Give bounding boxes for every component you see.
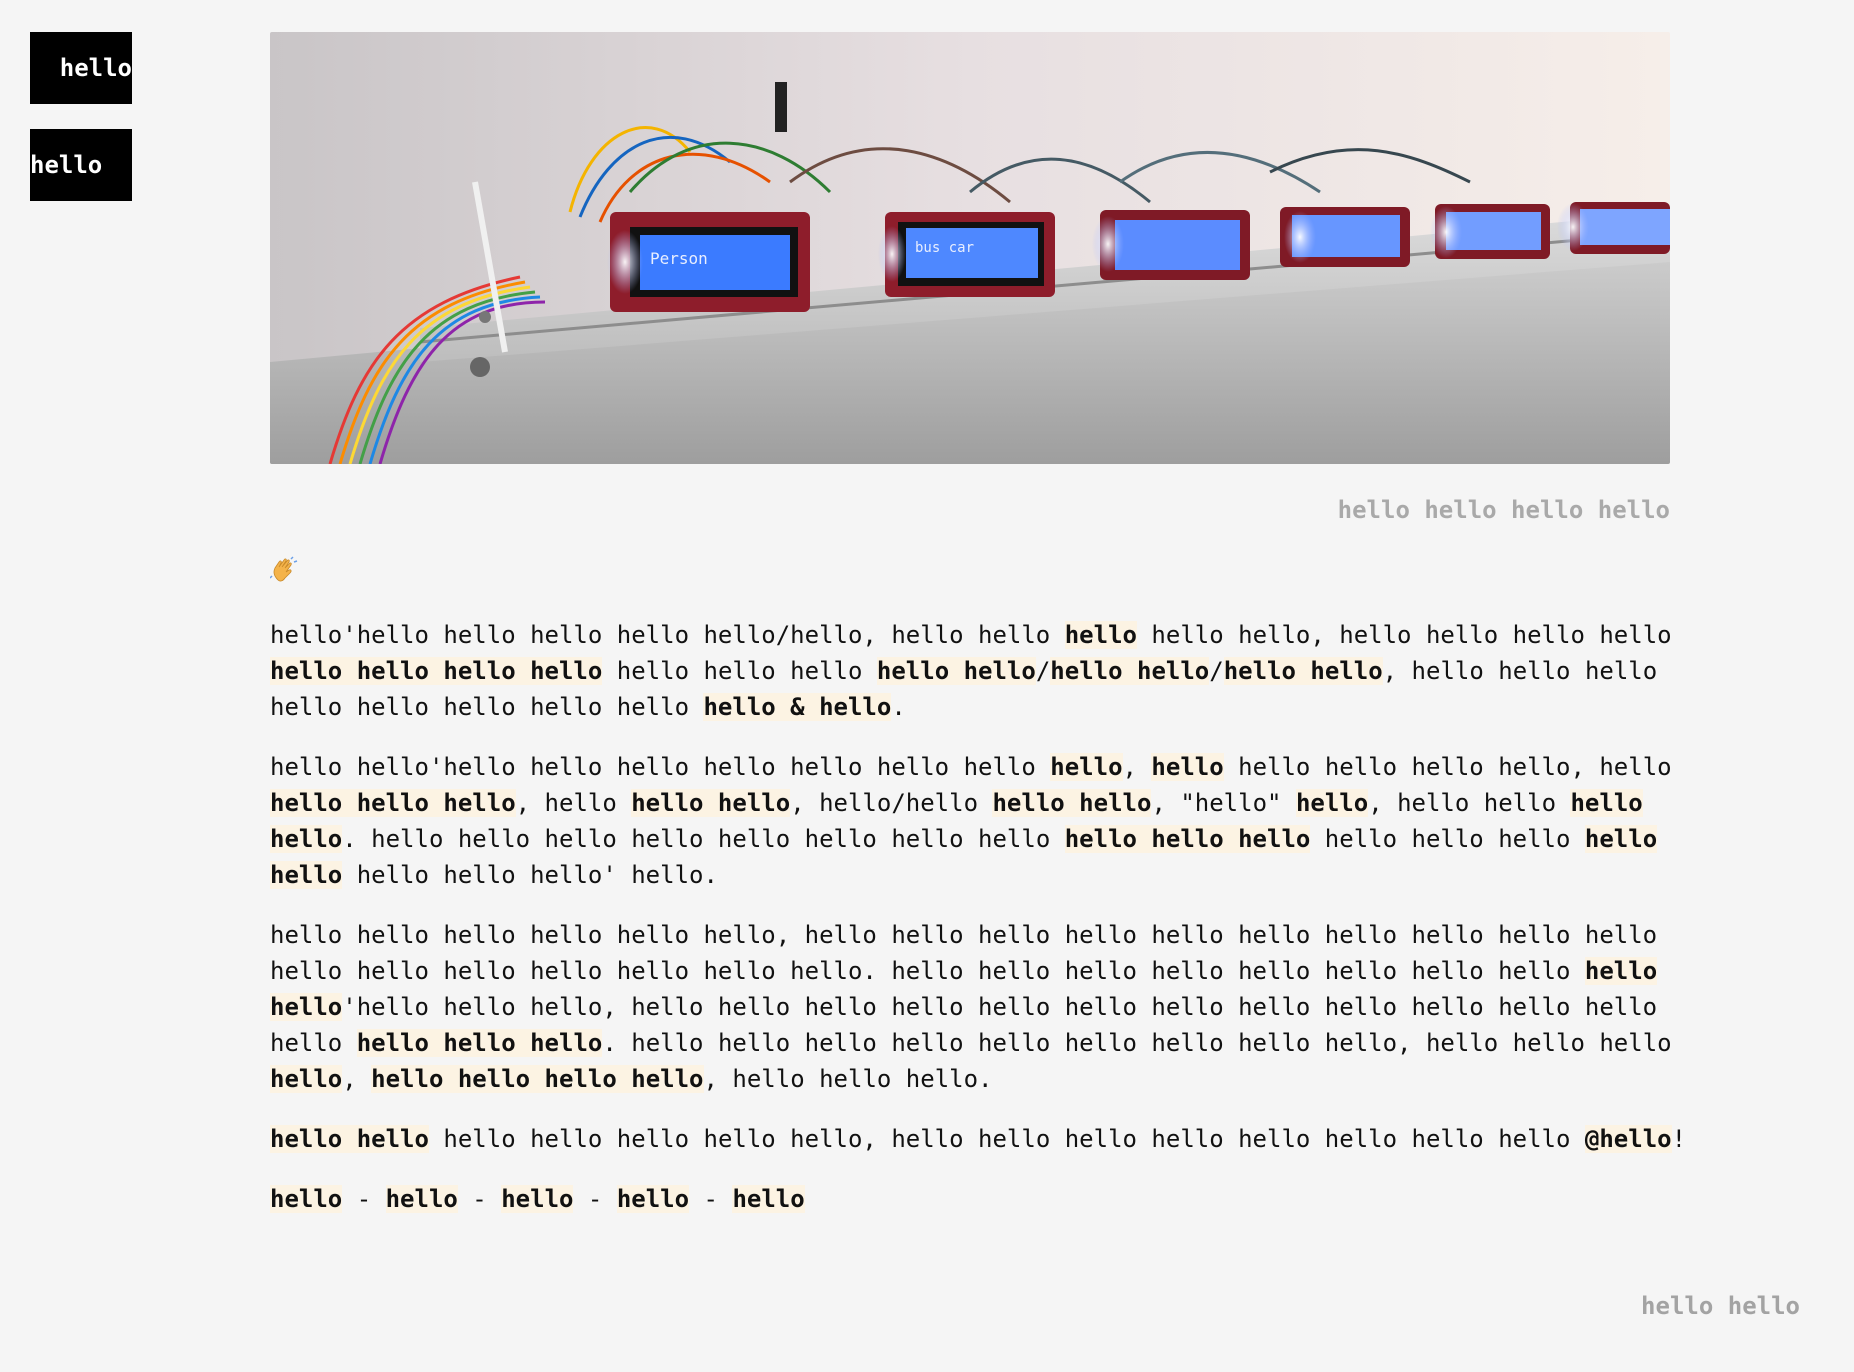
footer-text: hello hello — [1641, 1292, 1800, 1320]
paragraph-2: hello hello'hello hello hello hello hell… — [270, 753, 1672, 889]
hello-button-top[interactable]: hello — [30, 32, 132, 104]
hello-button-bottom[interactable]: hello — [30, 129, 132, 201]
lcd1-text: Person — [650, 249, 708, 268]
article-body: hello'hello hello hello hello hello/hell… — [270, 617, 1690, 1241]
image-caption: hello hello hello hello — [1337, 496, 1670, 524]
hero-image: Person bus car — [270, 32, 1670, 464]
lcd2-text: bus car — [915, 240, 974, 256]
paragraph-5: hello - hello - hello - hello - hello — [270, 1185, 805, 1213]
paragraph-1: hello'hello hello hello hello hello/hell… — [270, 621, 1672, 721]
waving-hand-icon — [269, 556, 298, 584]
paragraph-4: hello hello hello hello hello hello hell… — [270, 1125, 1687, 1153]
paragraph-3: hello hello hello hello hello hello, hel… — [270, 921, 1672, 1093]
mention-link[interactable]: @hello — [1584, 1125, 1672, 1153]
